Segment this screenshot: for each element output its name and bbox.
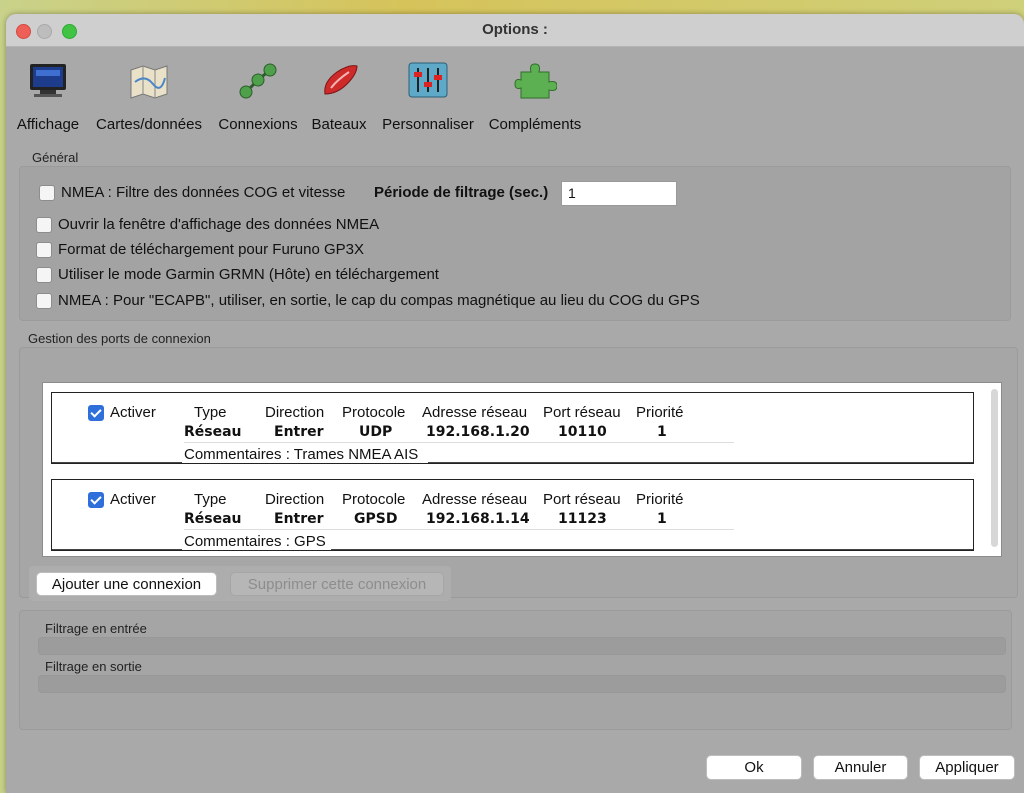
underline: [331, 549, 973, 550]
type-header: Type: [194, 404, 227, 421]
filtering-group: [19, 610, 1012, 730]
tab-cartes-label: Cartes/données: [96, 116, 202, 133]
tab-cartes[interactable]: Cartes/données: [90, 54, 208, 144]
address-header: Adresse réseau: [422, 404, 528, 421]
nmea-filter-label: NMEA : Filtre des données COG et vitesse: [61, 184, 346, 201]
tab-complements-label: Compléments: [488, 116, 582, 133]
ecapb-label: NMEA : Pour "ECAPB", utiliser, en sortie…: [58, 292, 700, 309]
connections-list[interactable]: Activer Type Direction Protocole Adresse…: [42, 382, 1002, 557]
port-value: 10110: [558, 424, 607, 440]
add-connection-button[interactable]: Ajouter une connexion: [36, 572, 217, 596]
connections-scrollbar[interactable]: [991, 389, 998, 547]
direction-header: Direction: [265, 404, 325, 421]
address-value: 192.168.1.14: [426, 511, 530, 527]
protocol-value: GPSD: [354, 511, 398, 527]
nmea-window-label: Ouvrir la fenêtre d'affichage des donnée…: [58, 216, 380, 233]
input-filter-field[interactable]: [38, 637, 1006, 655]
tab-personnaliser-label: Personnaliser: [382, 116, 474, 133]
general-section-title: Général: [32, 150, 79, 165]
garmin-checkbox[interactable]: [36, 267, 52, 283]
window-title: Options :: [482, 21, 548, 38]
tab-connexions-label: Connexions: [218, 116, 298, 133]
nmea-window-checkbox[interactable]: [36, 217, 52, 233]
direction-value: Entrer: [274, 424, 324, 440]
port-header: Port réseau: [543, 491, 621, 508]
furuno-checkbox[interactable]: [36, 242, 52, 258]
priority-value: 1: [657, 424, 667, 440]
sliders-icon: [408, 62, 448, 98]
tab-affichage[interactable]: Affichage: [10, 54, 86, 144]
activate-label: Activer: [110, 491, 156, 508]
boat-icon: [324, 65, 358, 95]
tab-personnaliser[interactable]: Personnaliser: [376, 54, 480, 144]
direction-header: Direction: [265, 491, 325, 508]
priority-value: 1: [657, 511, 667, 527]
row-separator: [184, 442, 734, 443]
protocol-header: Protocole: [342, 404, 406, 421]
activate-checkbox[interactable]: [88, 492, 104, 508]
monitor-icon: [30, 64, 66, 97]
type-header: Type: [194, 491, 227, 508]
comment-label: Commentaires : GPS: [184, 533, 326, 550]
filter-period-label: Période de filtrage (sec.): [374, 184, 549, 201]
output-filter-field[interactable]: [38, 675, 1006, 693]
underline: [428, 462, 973, 463]
remove-connection-button[interactable]: Supprimer cette connexion: [230, 572, 444, 596]
tab-affichage-label: Affichage: [16, 116, 80, 133]
tab-bateaux-label: Bateaux: [311, 116, 367, 133]
priority-header: Priorité: [636, 404, 684, 421]
general-group: NMEA : Filtre des données COG et vitesse…: [19, 166, 1011, 321]
apply-button[interactable]: Appliquer: [919, 755, 1015, 780]
connection-card[interactable]: Activer Type Direction Protocole Adresse…: [51, 392, 974, 464]
furuno-label: Format de téléchargement pour Furuno GP3…: [58, 241, 364, 258]
ecapb-checkbox[interactable]: [36, 293, 52, 309]
puzzle-icon: [514, 63, 557, 99]
connection-card[interactable]: Activer Type Direction Protocole Adresse…: [51, 479, 974, 551]
type-value: Réseau: [184, 424, 242, 440]
address-value: 192.168.1.20: [426, 424, 530, 440]
nmea-filter-checkbox[interactable]: [39, 185, 55, 201]
tab-connexions[interactable]: Connexions: [213, 54, 303, 144]
title-bar: Options :: [6, 14, 1024, 47]
underline: [52, 462, 182, 463]
input-filter-label: Filtrage en entrée: [45, 621, 147, 636]
type-value: Réseau: [184, 511, 242, 527]
options-window: Options : Affichage Cartes/données Conne…: [6, 14, 1024, 793]
ok-button[interactable]: Ok: [706, 755, 802, 780]
ports-section-title: Gestion des ports de connexion: [28, 331, 211, 346]
comment-label: Commentaires : Trames NMEA AIS: [184, 446, 419, 463]
connections-icon: [239, 63, 277, 99]
port-value: 11123: [558, 511, 607, 527]
address-header: Adresse réseau: [422, 491, 528, 508]
connection-buttons-bar: Ajouter une connexion Supprimer cette co…: [29, 566, 451, 601]
output-filter-label: Filtrage en sortie: [45, 659, 142, 674]
tab-complements[interactable]: Compléments: [484, 54, 586, 144]
port-header: Port réseau: [543, 404, 621, 421]
cancel-button[interactable]: Annuler: [813, 755, 908, 780]
garmin-label: Utiliser le mode Garmin GRMN (Hôte) en t…: [58, 266, 439, 283]
activate-label: Activer: [110, 404, 156, 421]
tab-bateaux[interactable]: Bateaux: [306, 54, 372, 144]
row-separator: [184, 529, 734, 530]
direction-value: Entrer: [274, 511, 324, 527]
underline: [52, 549, 182, 550]
protocol-value: UDP: [359, 424, 393, 440]
charts-icon: [130, 65, 168, 99]
priority-header: Priorité: [636, 491, 684, 508]
filter-period-input[interactable]: 1: [561, 181, 677, 206]
protocol-header: Protocole: [342, 491, 406, 508]
activate-checkbox[interactable]: [88, 405, 104, 421]
